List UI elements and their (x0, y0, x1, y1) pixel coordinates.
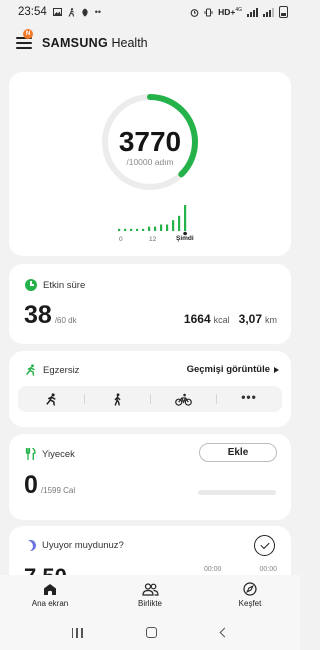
add-food-button[interactable]: Ekle (199, 443, 277, 462)
calories-value: 1664 (183, 312, 211, 326)
hourly-axis-start: 0 (119, 236, 123, 243)
sleep-title: Uyuyor muydunuz? (42, 540, 124, 551)
food-calories: 0/1599 Cal (24, 471, 76, 499)
steps-card[interactable]: 3770 /10000 adım 0 12 Şimdi (9, 72, 291, 256)
status-bar: 23:54 •• HD+4G (0, 0, 300, 24)
menu-badge: N (23, 29, 33, 39)
walk-notification-icon (68, 7, 74, 17)
app-title: SAMSUNG Health (42, 36, 148, 50)
active-time-stats: 1664 kcal 3,07 km (184, 312, 277, 326)
sleep-times: 00:00 00:00 (204, 566, 277, 573)
menu-button[interactable]: N (16, 29, 33, 49)
moon-icon (23, 538, 38, 553)
steps-count: 3770 (118, 126, 182, 157)
exercise-title: Egzersiz (43, 364, 80, 376)
nav-home[interactable]: Ana ekran (0, 575, 100, 615)
exercise-card[interactable]: Egzersiz Geçmişi görüntüle ••• (9, 351, 291, 427)
hourly-bar (118, 228, 121, 231)
nav-together[interactable]: Birlikte (100, 575, 200, 615)
exercise-shortcuts: ••• (18, 386, 282, 412)
nav-together-label: Birlikte (137, 598, 162, 608)
hourly-bar (160, 224, 163, 231)
hourly-bar (154, 226, 157, 231)
hourly-bar (166, 224, 169, 231)
running-icon (26, 364, 35, 376)
hourly-axis-mid: 12 (149, 236, 157, 243)
more-notifications-icon: •• (94, 6, 102, 17)
nav-home-label: Ana ekran (31, 598, 69, 608)
hourly-bar (178, 215, 181, 231)
battery-icon (279, 6, 288, 18)
people-icon (141, 582, 159, 596)
system-navigation (0, 615, 300, 650)
hourly-bar (172, 220, 175, 231)
nav-discover-label: Keşfet (238, 599, 262, 608)
food-title: Yiyecek (42, 448, 75, 460)
exercise-more-button[interactable]: ••• (216, 386, 282, 412)
alarm-icon (190, 8, 199, 17)
hourly-axis-now: Şimdi (176, 235, 194, 242)
home-icon (44, 583, 56, 595)
arrow-right-icon (274, 366, 279, 373)
clock-icon (25, 279, 37, 291)
hourly-bar (148, 226, 151, 231)
back-button[interactable] (219, 627, 230, 638)
steps-goal: /10000 adım (126, 157, 174, 167)
status-time: 23:54 (18, 6, 47, 18)
compass-icon (243, 582, 257, 596)
food-progress-bar (198, 490, 276, 495)
view-history-link[interactable]: Geçmişi görüntüle (187, 364, 279, 375)
home-button[interactable] (146, 627, 158, 638)
food-card[interactable]: Yiyecek Ekle 0/1599 Cal (9, 434, 291, 520)
distance-value: 3,07 (238, 312, 262, 326)
fork-knife-icon (25, 448, 36, 460)
hourly-bar (136, 228, 139, 231)
run-icon (45, 392, 56, 406)
bike-icon (174, 393, 192, 406)
app-notification-icon (82, 8, 88, 16)
signal-icon-2 (263, 7, 274, 17)
sleep-start-time: 00:00 (203, 566, 222, 573)
active-time-card[interactable]: Etkin süre 38/60 dk 1664 kcal 3,07 km (9, 264, 291, 344)
confirm-sleep-button[interactable] (254, 535, 275, 556)
vibrate-icon (204, 8, 213, 16)
distance-unit: km (265, 315, 277, 325)
gallery-notification-icon (52, 8, 62, 16)
app-bar: N SAMSUNG Health (0, 28, 300, 58)
active-time-title: Etkin süre (43, 279, 86, 291)
exercise-running-button[interactable] (18, 386, 84, 412)
hourly-bar (124, 228, 127, 231)
signal-icon-1 (247, 7, 258, 17)
calories-unit: kcal (213, 315, 230, 325)
hourly-steps-chart (118, 205, 187, 236)
more-icon: ••• (241, 389, 257, 404)
active-time-value: 38/60 dk (24, 301, 77, 329)
hourly-bar (142, 228, 145, 231)
nav-discover[interactable]: Keşfet (200, 575, 300, 615)
walk-icon (114, 392, 120, 406)
exercise-cycling-button[interactable] (150, 386, 216, 412)
sleep-end-time: 00:00 (259, 566, 277, 573)
bottom-navigation: Ana ekran Birlikte Keşfet (0, 575, 300, 615)
hourly-bar (130, 228, 133, 231)
hourly-bar (184, 205, 187, 231)
exercise-walking-button[interactable] (84, 386, 150, 412)
network-type: HD+4G (218, 7, 242, 17)
recents-button[interactable] (71, 627, 83, 638)
